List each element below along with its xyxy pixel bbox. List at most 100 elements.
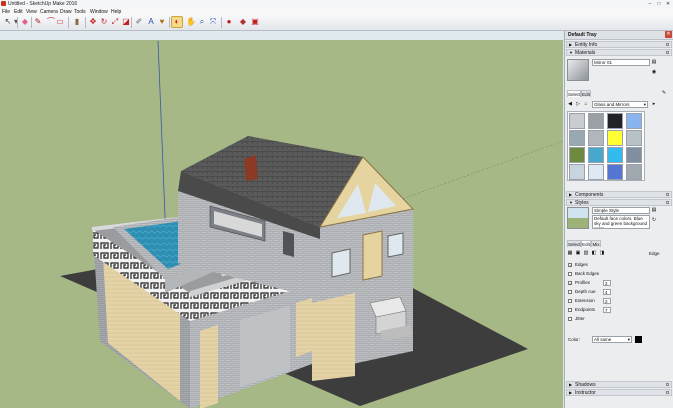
modeling-settings-icon[interactable]: ◨ [599, 250, 605, 256]
default-paint-icon[interactable]: ◉ [651, 69, 657, 75]
material-swatch[interactable] [626, 130, 642, 146]
create-material-icon[interactable]: ▤ [651, 59, 657, 65]
material-swatch[interactable] [569, 147, 585, 163]
minimize-button[interactable]: – [646, 1, 654, 7]
tray-close-button[interactable]: ✕ [665, 31, 672, 38]
eraser-tool-button[interactable]: ◆ [20, 17, 30, 27]
extension-warehouse-icon: ▣ [251, 17, 259, 26]
details-arrow-icon[interactable]: ▸ [651, 101, 657, 107]
shape-tool-button[interactable]: ▭ [55, 17, 65, 27]
pushpull-tool-button[interactable]: ▮ [72, 17, 82, 27]
material-swatch[interactable] [588, 164, 604, 180]
material-swatch[interactable] [626, 164, 642, 180]
option-value-field[interactable]: 7 [603, 306, 611, 313]
entity-info-panel-header[interactable]: ▶ Entity Info [566, 41, 672, 48]
styles-tab-select[interactable]: Select [567, 240, 581, 247]
materials-panel-header[interactable]: ▼ Materials [566, 49, 672, 56]
menu-view[interactable]: View [26, 9, 37, 15]
paint-bucket-button[interactable]: ♥ [157, 17, 167, 27]
instructor-panel-header[interactable]: ▶ Instructor [566, 389, 672, 396]
menu-window[interactable]: Window [90, 9, 108, 15]
warehouse-button[interactable]: ● [224, 17, 234, 27]
material-swatch[interactable] [588, 113, 604, 129]
back-arrow-icon[interactable]: ◀ [567, 101, 573, 107]
background-settings-icon[interactable]: ▥ [583, 250, 589, 256]
pin-icon [666, 201, 669, 204]
material-swatch[interactable] [607, 164, 623, 180]
styles-tab-edit[interactable]: Edit [581, 240, 591, 247]
zoom-tool-button[interactable]: ⌕ [197, 17, 207, 27]
option-label: Edges [575, 262, 588, 267]
toolbar-separator [17, 17, 18, 28]
close-window-button[interactable]: ✕ [664, 1, 672, 7]
style-description-field[interactable]: Default face colors. Blue sky and green … [592, 215, 650, 229]
option-checkbox[interactable] [568, 272, 572, 276]
option-label: Jitter [575, 316, 585, 321]
styles-panel-header[interactable]: ▼ Styles [566, 199, 672, 206]
shadows-panel-header[interactable]: ▶ Shadows [566, 381, 672, 388]
option-checkbox[interactable] [568, 299, 572, 303]
material-swatch[interactable] [607, 147, 623, 163]
option-label: Profiles [575, 280, 591, 285]
option-value-field[interactable]: 4 [603, 288, 611, 295]
material-swatch[interactable] [569, 130, 585, 146]
option-value-field[interactable]: 2 [603, 297, 611, 304]
maximize-button[interactable]: □ [655, 1, 663, 7]
home-icon[interactable]: ⌂ [583, 101, 589, 107]
chevron-down-icon: ▾ [643, 102, 646, 107]
option-checkbox[interactable]: ✓ [568, 281, 572, 286]
material-swatch[interactable] [607, 130, 623, 146]
edge-color-swatch[interactable] [635, 336, 642, 343]
watermark-settings-icon[interactable]: ◧ [591, 250, 597, 256]
menu-tools[interactable]: Tools [74, 9, 86, 15]
edge-color-select[interactable]: All same ▾ [592, 336, 632, 343]
material-swatch[interactable] [588, 130, 604, 146]
extension-warehouse-button[interactable]: ▣ [250, 17, 260, 27]
components-panel-header[interactable]: ▶ Components [566, 191, 672, 198]
material-name-field[interactable]: Mirror 01 [592, 59, 650, 66]
move-tool-button[interactable]: ✥ [88, 17, 98, 27]
toolbar-separator [31, 17, 32, 28]
face-settings-icon[interactable]: ▣ [575, 250, 581, 256]
sample-paint-icon[interactable]: ✎ [661, 90, 667, 96]
option-checkbox[interactable] [568, 308, 572, 312]
material-swatch[interactable] [569, 113, 585, 129]
option-checkbox[interactable]: ✓ [568, 263, 572, 268]
materials-tab-select[interactable]: Select [567, 90, 581, 97]
menu-file[interactable]: File [2, 9, 10, 15]
rotate-tool-button[interactable]: ↻ [99, 17, 109, 27]
material-swatch[interactable] [626, 113, 642, 129]
material-library-select[interactable]: Glass and Mirrors ▾ [592, 101, 648, 108]
scale-tool-button[interactable]: ⤢ [110, 17, 120, 27]
material-swatch[interactable] [588, 147, 604, 163]
menu-camera[interactable]: Camera [40, 9, 58, 15]
material-swatch[interactable] [626, 147, 642, 163]
style-name-field[interactable]: Simple Style [592, 207, 650, 214]
style-thumbnail[interactable] [567, 207, 589, 229]
zoom-extents-button[interactable]: ⤧ [208, 17, 218, 27]
tape-measure-button[interactable]: ✐ [134, 17, 144, 27]
material-swatch[interactable] [607, 113, 623, 129]
option-checkbox[interactable] [568, 317, 572, 321]
model-viewport[interactable] [0, 31, 563, 408]
styles-tab-mix[interactable]: Mix [591, 240, 601, 247]
materials-tab-edit[interactable]: Edit [581, 90, 591, 97]
edge-settings-icon[interactable]: ▦ [567, 250, 573, 256]
scale-icon: ⤢ [111, 17, 119, 26]
pan-tool-button[interactable]: ✋ [186, 17, 196, 27]
offset-tool-button[interactable]: ◪ [121, 17, 131, 27]
option-checkbox[interactable] [568, 290, 572, 294]
material-swatch[interactable] [569, 164, 585, 180]
orbit-tool-button[interactable]: ◐ [171, 16, 183, 28]
menu-help[interactable]: Help [111, 9, 121, 15]
create-style-icon[interactable]: ▤ [651, 207, 657, 213]
option-value-field[interactable]: 2 [603, 279, 611, 286]
line-tool-button[interactable]: ✎ [33, 17, 43, 27]
update-style-icon[interactable]: ↻ [651, 217, 657, 223]
forward-arrow-icon[interactable]: ▷ [575, 101, 581, 107]
menu-edit[interactable]: Edit [14, 9, 23, 15]
text-tool-button[interactable]: A [146, 17, 156, 27]
menu-draw[interactable]: Draw [60, 9, 72, 15]
extension-button[interactable]: ◆ [238, 17, 248, 27]
material-preview[interactable] [567, 59, 589, 81]
